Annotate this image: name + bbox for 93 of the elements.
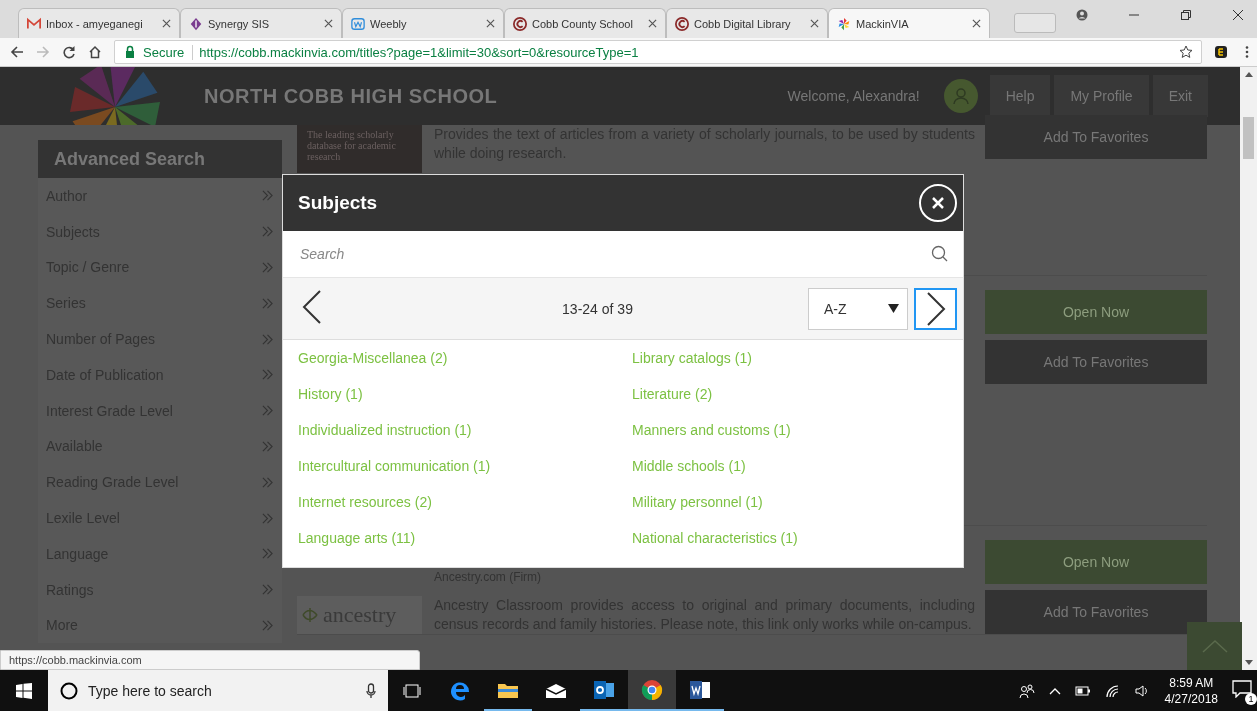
chevron-right-icon: [925, 291, 946, 326]
reload-icon[interactable]: [62, 45, 76, 59]
profile-icon[interactable]: [1076, 9, 1088, 21]
double-chevron-icon: [261, 548, 274, 560]
taskbar-search[interactable]: Type here to search: [48, 670, 388, 711]
search-input[interactable]: Type here to search: [86, 681, 358, 700]
chevron-up-icon: [1201, 639, 1228, 653]
browser-tab[interactable]: Weebly: [342, 8, 504, 38]
url-text: https://cobb.mackinvia.com/titles?page=1&limit=30&sort=0&resourceType=1: [199, 44, 639, 60]
address-bar[interactable]: Secure https://cobb.mackinvia.com/titles?page=1&limit=30&sort=0&resourceType=1: [114, 40, 1202, 64]
close-icon[interactable]: [972, 19, 981, 28]
subject-link[interactable]: Middle schools (1): [632, 448, 746, 484]
chrome-icon[interactable]: [628, 670, 676, 711]
subject-link[interactable]: Individualized instruction (1): [298, 412, 472, 448]
double-chevron-icon: [261, 226, 274, 238]
windows-logo-icon: [16, 682, 32, 699]
subject-link[interactable]: Library catalogs (1): [632, 340, 752, 376]
caret-down-icon: [888, 304, 899, 313]
double-chevron-icon: [261, 619, 274, 631]
secure-label: Secure: [143, 44, 194, 60]
subject-link[interactable]: History (1): [298, 376, 363, 412]
double-chevron-icon: [261, 512, 274, 524]
nav-button[interactable]: Help: [989, 75, 1051, 117]
result-button[interactable]: Open Now: [985, 540, 1207, 584]
close-icon[interactable]: [810, 19, 819, 28]
double-chevron-icon: [261, 405, 274, 417]
c-logo-icon: [513, 16, 527, 31]
result-button[interactable]: Add To Favorites: [985, 340, 1207, 384]
diamond-icon: [189, 16, 203, 31]
browser-tab[interactable]: Synergy SIS: [180, 8, 342, 38]
browser-tab[interactable]: Inbox - amyeganegi: [18, 8, 180, 38]
close-icon[interactable]: [1232, 9, 1244, 21]
sidebar-title: Advanced Search: [38, 140, 282, 178]
browser-tab[interactable]: Cobb County School: [504, 8, 666, 38]
double-chevron-icon: [261, 369, 274, 381]
double-chevron-icon: [261, 262, 274, 273]
status-url: https://cobb.mackinvia.com: [0, 650, 420, 670]
nav-button[interactable]: My Profile: [1054, 75, 1149, 117]
lock-icon: [123, 45, 137, 59]
scroll-down-icon[interactable]: [1244, 660, 1253, 666]
subject-link[interactable]: Georgia-Miscellanea (2): [298, 340, 448, 376]
pinwheel-icon: [837, 16, 851, 31]
scrollbar-thumb[interactable]: [1243, 117, 1254, 159]
double-chevron-icon: [261, 297, 274, 309]
extension-icon[interactable]: [1214, 45, 1228, 59]
back-icon[interactable]: [10, 45, 24, 59]
scroll-up-icon[interactable]: [1244, 71, 1253, 77]
browser-tab[interactable]: Cobb Digital Library: [666, 8, 828, 38]
subject-link[interactable]: Military personnel (1): [632, 484, 763, 520]
subject-link[interactable]: Intercultural communication (1): [298, 448, 491, 484]
home-icon[interactable]: [88, 45, 102, 59]
close-icon[interactable]: [648, 19, 657, 28]
double-chevron-icon: [261, 476, 274, 488]
chevron-up-icon[interactable]: [1048, 686, 1061, 695]
close-icon[interactable]: [324, 19, 333, 28]
nav-button[interactable]: Exit: [1152, 75, 1208, 117]
welcome-text: Welcome, Alexandra!: [787, 88, 920, 104]
battery-icon[interactable]: [1074, 685, 1091, 696]
restore-icon[interactable]: [1180, 9, 1192, 21]
next-button[interactable]: [914, 287, 957, 330]
microphone-icon[interactable]: [366, 682, 376, 699]
double-chevron-icon: [261, 584, 274, 596]
result-button[interactable]: Add To Favorites: [985, 590, 1207, 634]
mail-icon: [27, 16, 41, 31]
close-icon[interactable]: [162, 19, 171, 28]
search-field[interactable]: Search: [298, 245, 931, 263]
dialog-title: Subjects: [298, 192, 378, 214]
cortana-icon: [60, 681, 78, 700]
double-chevron-icon: [261, 333, 274, 345]
close-icon: [930, 195, 946, 211]
sort-dropdown[interactable]: A-Z: [808, 287, 908, 330]
people-icon[interactable]: [1018, 682, 1035, 699]
w-logo-icon: [351, 16, 365, 31]
result-button[interactable]: Open Now: [985, 290, 1207, 334]
chevron-left-icon: [302, 290, 322, 324]
close-icon[interactable]: [486, 19, 495, 28]
subject-link[interactable]: Literature (2): [632, 376, 713, 412]
c-logo-icon: [675, 16, 689, 31]
double-chevron-icon: [261, 440, 274, 452]
browser-tab[interactable]: MackinVIA: [828, 8, 990, 38]
subject-link[interactable]: Language arts (11): [298, 520, 416, 556]
subject-link[interactable]: Internet resources (2): [298, 484, 432, 520]
close-button[interactable]: [919, 184, 957, 222]
double-chevron-icon: [261, 190, 274, 202]
subject-link[interactable]: Manners and customs (1): [632, 412, 791, 448]
taskbar-clock[interactable]: 8:59 AM 4/27/2018: [1164, 674, 1218, 707]
search-icon[interactable]: [931, 245, 949, 263]
page-label: 13-24 of 39: [561, 300, 634, 317]
result-button[interactable]: Add To Favorites: [985, 115, 1207, 159]
star-icon[interactable]: [1179, 45, 1193, 59]
school-name: NORTH COBB HIGH SCHOOL: [204, 84, 498, 108]
subject-link[interactable]: National characteristics (1): [632, 520, 798, 556]
wifi-icon[interactable]: [1104, 683, 1121, 698]
